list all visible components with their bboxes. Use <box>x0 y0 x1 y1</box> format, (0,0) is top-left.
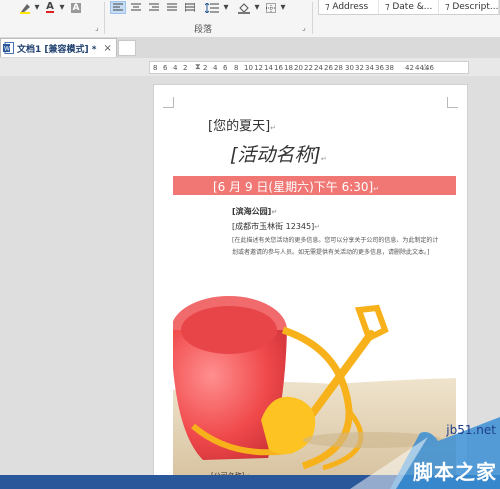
event-name-text: [活动名称] <box>230 144 321 166</box>
document-tab-title: 文档1 [兼容模式] * <box>17 44 97 55</box>
description-line-1[interactable]: [在此描述有关您活动的更多信息。您可以分享关于公司的信息、为此制定的计 <box>232 235 438 244</box>
date-line[interactable]: [6 月 9 日(星期六)下午 6:30]↵ <box>213 178 379 195</box>
watermark-site-name: 脚本之家 <box>413 460 497 484</box>
style-address[interactable]: ⁊ Address <box>319 0 379 14</box>
ruler-tick-label: 28 <box>334 64 343 72</box>
align-right-icon[interactable] <box>146 1 162 14</box>
align-left-icon[interactable] <box>110 1 126 14</box>
venue[interactable]: [滨海公园]↵ <box>232 206 277 217</box>
ruler-tick-label: 18 <box>284 64 293 72</box>
borders-dropdown-icon[interactable]: ▾ <box>279 1 287 14</box>
ruler-tick-label: 14 <box>264 64 273 72</box>
style-date[interactable]: ⁊ Date &... <box>379 0 439 14</box>
highlighter-dropdown-icon[interactable]: ▾ <box>33 1 41 14</box>
venue-text: [滨海公园] <box>232 207 272 216</box>
address-text: [成都市玉林街 12345] <box>232 222 315 231</box>
indent-marker-icon[interactable]: ⧗ <box>195 62 201 73</box>
ruler-tick-label: 26 <box>324 64 333 72</box>
word-doc-icon: W <box>3 42 14 54</box>
font-color-letter: A <box>46 1 54 13</box>
new-tab-button[interactable] <box>118 40 136 56</box>
ruler-tick-label: 34 <box>365 64 374 72</box>
summer-heading-text: [您的夏天] <box>208 119 271 134</box>
margin-corner-mark <box>163 97 174 108</box>
ruler-tick-label: 22 <box>304 64 313 72</box>
svg-text:W: W <box>4 46 10 53</box>
ruler-tick-label: 32 <box>355 64 364 72</box>
ruler-tick-label: 24 <box>314 64 323 72</box>
borders-icon[interactable] <box>264 1 278 14</box>
style-description-label: Descript... <box>452 2 499 12</box>
watermark-url: jb51.net <box>446 423 496 437</box>
justify-icon[interactable] <box>164 1 180 14</box>
separator <box>104 2 105 34</box>
document-tab-bar: W 文档1 [兼容模式] * × <box>0 37 500 58</box>
style-description[interactable]: ⁊ Descript... <box>439 0 499 14</box>
font-dialog-launcher-icon[interactable]: ⌟ <box>95 23 99 32</box>
font-color-dropdown-icon[interactable]: ▾ <box>58 1 66 14</box>
ruler-tick-label: 46 <box>425 64 434 72</box>
ruler-tick-label: 44 <box>415 64 424 72</box>
address[interactable]: [成都市玉林街 12345]↵ <box>232 221 320 232</box>
date-line-text: [6 月 9 日(星期六)下午 6:30] <box>213 180 374 194</box>
ruler-tick-label: 4 <box>213 64 218 72</box>
ruler-tick-label: 20 <box>294 64 303 72</box>
event-name[interactable]: [活动名称]↵ <box>230 140 327 167</box>
align-center-icon[interactable] <box>128 1 144 14</box>
line-spacing-dropdown-icon[interactable]: ▾ <box>222 1 230 14</box>
styles-gallery: ⁊ Address ⁊ Date &... ⁊ Descript... <box>318 0 500 15</box>
shading-dropdown-icon[interactable]: ▾ <box>253 1 261 14</box>
ruler-tick-label: 4 <box>173 64 178 72</box>
ribbon: ▾ A ▾ A ⌟ ▾ ▾ ▾ 段落 ⌟ ⁊ Address ⁊ Date &.… <box>0 0 500 38</box>
ruler-tick-label: 38 <box>385 64 394 72</box>
ruler-tick-label: 16 <box>274 64 283 72</box>
ruler-tick-label: 42 <box>405 64 414 72</box>
site-watermark: jb51.net 脚本之家 <box>350 411 500 489</box>
separator <box>312 2 313 34</box>
paragraph-group-label: 段落 <box>194 25 213 35</box>
ruler-tick-label: 8 <box>234 64 239 72</box>
ruler-tick-label: 36 <box>375 64 384 72</box>
ruler-tick-label: 2 <box>183 64 188 72</box>
ruler-tick-label: 8 <box>153 64 158 72</box>
ruler-tick-label: 6 <box>223 64 228 72</box>
margin-corner-mark <box>447 97 458 108</box>
ruler-tick-label: 12 <box>254 64 263 72</box>
char-shading-button[interactable]: A <box>69 1 83 14</box>
paragraph-dialog-launcher-icon[interactable]: ⌟ <box>302 23 306 32</box>
line-spacing-icon[interactable] <box>203 1 221 14</box>
style-address-label: Address <box>332 2 369 12</box>
ruler-tick-label: 30 <box>345 64 354 72</box>
horizontal-ruler[interactable]: ⧗ △ 8 6 4 2 2 4 6 8 10 12 14 16 18 20 22 24 26 28 30 32 34 36… <box>149 61 469 74</box>
summer-heading[interactable]: [您的夏天]↵ <box>208 115 276 134</box>
ruler-tick-label: 2 <box>203 64 208 72</box>
font-color-button[interactable]: A <box>43 1 57 14</box>
description-line-2[interactable]: 划或者邀请的参与人员。如无需提供有关活动的更多信息，请删除此文本。] <box>232 247 429 256</box>
close-icon[interactable]: × <box>103 43 111 54</box>
style-date-label: Date &... <box>392 2 433 12</box>
distributed-icon[interactable] <box>182 1 198 14</box>
ruler-tick-label: 10 <box>244 64 253 72</box>
shading-icon[interactable] <box>236 1 252 14</box>
document-tab[interactable]: W 文档1 [兼容模式] * × <box>0 38 117 57</box>
ruler-tick-label: 6 <box>163 64 168 72</box>
highlighter-icon[interactable] <box>18 1 32 14</box>
